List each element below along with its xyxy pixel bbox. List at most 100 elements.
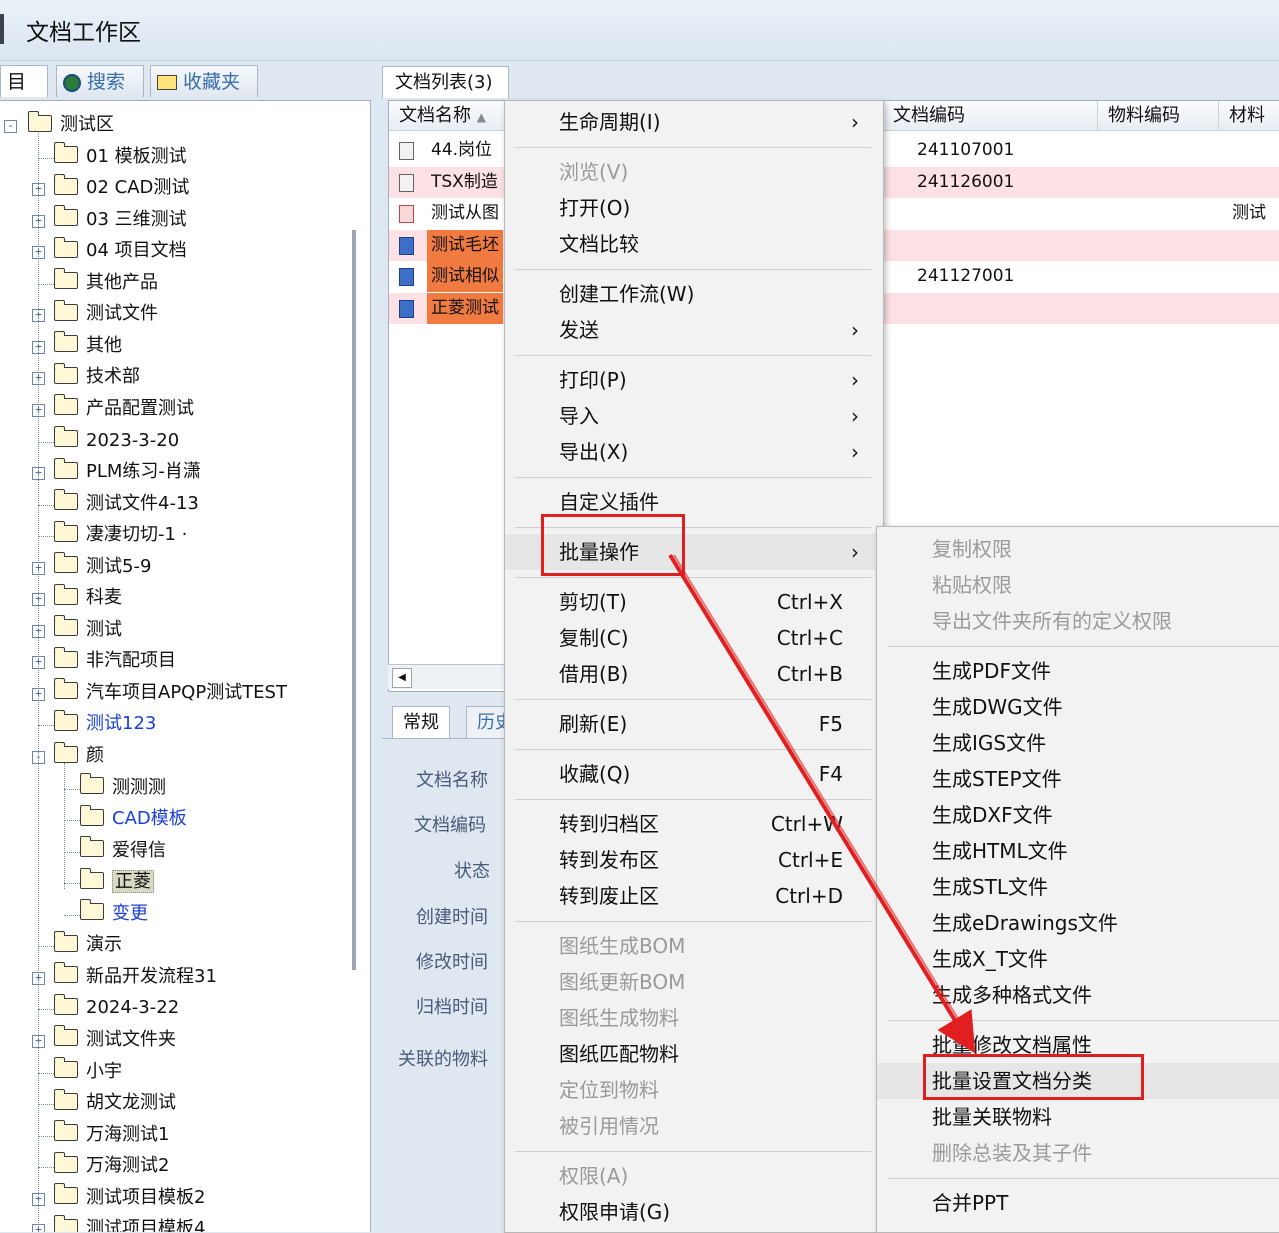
tree-node[interactable]: 测测测 <box>80 773 166 803</box>
tree-node[interactable]: 科麦 <box>54 583 122 613</box>
menu-item-shortcut: Ctrl+W <box>770 812 843 836</box>
tree-connector <box>38 283 54 285</box>
menu-item[interactable]: 剪切(T) Ctrl+X <box>505 584 881 620</box>
tree-node[interactable]: 变更 <box>80 899 148 929</box>
menu-item[interactable]: 生成X_T文件 <box>877 941 1279 977</box>
tab-search[interactable]: 搜索 <box>56 65 144 97</box>
menu-item[interactable]: 生成多种格式文件 <box>877 977 1279 1013</box>
column-header-name[interactable]: 文档名称 ▲ <box>389 101 507 131</box>
tree-node[interactable]: 测试项目模板4 <box>54 1214 205 1232</box>
tree-node[interactable]: CAD模板 <box>80 804 187 834</box>
menu-item[interactable]: 生成IGS文件 <box>877 725 1279 761</box>
tree-node[interactable]: 测试区 <box>28 110 114 140</box>
tree-node[interactable]: 演示 <box>54 930 122 960</box>
menu-item[interactable]: 借用(B) Ctrl+B <box>505 656 881 692</box>
menu-item[interactable]: 文档比较 <box>505 226 881 262</box>
menu-item[interactable]: 复制(C) Ctrl+C <box>505 620 881 656</box>
tab-general[interactable]: 常规 <box>392 706 450 739</box>
menu-item[interactable]: 生命周期(I) › <box>505 104 881 140</box>
menu-separator <box>515 1151 871 1152</box>
tree-node[interactable]: 04 项目文档 <box>54 236 187 266</box>
menu-item[interactable]: 生成DXF文件 <box>877 797 1279 833</box>
menu-item[interactable]: 生成STEP文件 <box>877 761 1279 797</box>
menu-item-shortcut: F5 <box>818 712 843 736</box>
tree-node[interactable]: 2023-3-20 <box>54 426 179 456</box>
menu-item[interactable]: 打印(P) › <box>505 362 881 398</box>
menu-item[interactable]: 权限申请(G) <box>505 1194 881 1230</box>
tree-node[interactable]: 03 三维测试 <box>54 205 187 235</box>
menu-item[interactable]: 转到废止区 Ctrl+D <box>505 878 881 914</box>
tree-node[interactable]: 产品配置测试 <box>54 394 194 424</box>
tree-connector <box>38 157 54 159</box>
folder-icon <box>54 552 78 574</box>
menu-item-label: 导出(X) <box>559 440 629 464</box>
menu-item[interactable]: 批量关联物料 <box>877 1099 1279 1135</box>
menu-item[interactable]: 生成PDF文件 <box>877 653 1279 689</box>
tree-node[interactable]: 凄凄切切-1 · <box>54 520 187 550</box>
tree-node[interactable]: 02 CAD测试 <box>54 173 189 203</box>
tree-node[interactable]: 其他产品 <box>54 268 158 298</box>
tree-node[interactable]: 胡文龙测试 <box>54 1088 176 1118</box>
column-header-material[interactable]: 材料 <box>1219 101 1279 131</box>
tree-node[interactable]: 测试项目模板2 <box>54 1183 205 1213</box>
menu-item-label: 权限申请(G) <box>559 1200 671 1224</box>
tree-node[interactable]: 万海测试2 <box>54 1151 169 1181</box>
tree-node[interactable]: 测试文件4-13 <box>54 489 199 519</box>
menu-item[interactable]: 转到发布区 Ctrl+E <box>505 842 881 878</box>
collapse-icon[interactable]: - <box>4 120 17 133</box>
tree-node[interactable]: 万海测试1 <box>54 1120 169 1150</box>
tab-catalog[interactable]: 目录 <box>0 65 48 125</box>
column-header-material-code[interactable]: 物料编码 <box>1098 101 1219 131</box>
menu-item[interactable]: 生成STL文件 <box>877 869 1279 905</box>
tree-node[interactable]: 颜 <box>54 741 104 771</box>
tree-node[interactable]: 2024-3-22 <box>54 993 179 1023</box>
tab-document-list[interactable]: 文档列表(3) <box>382 66 509 98</box>
menu-item[interactable]: 导出(X) › <box>505 434 881 470</box>
menu-item[interactable]: 刷新(E) F5 <box>505 706 881 742</box>
tree-node[interactable]: PLM练习-肖潇 <box>54 457 201 487</box>
tree-node[interactable]: 测试文件 <box>54 299 158 329</box>
menu-separator <box>887 1178 1279 1179</box>
menu-item[interactable]: 导入 › <box>505 398 881 434</box>
tree-node[interactable]: 01 模板测试 <box>54 142 187 172</box>
tree-node[interactable]: 新品开发流程31 <box>54 962 217 992</box>
tree-node[interactable]: 技术部 <box>54 362 140 392</box>
tree-scrollbar[interactable] <box>352 230 356 970</box>
list-horizontal-scrollbar[interactable]: ◀ <box>388 664 508 689</box>
tree-node-label: 新品开发流程31 <box>86 965 217 987</box>
tree-node[interactable]: 爱得信 <box>80 836 166 866</box>
tree-node[interactable]: 测试 <box>54 615 122 645</box>
tree-node[interactable]: 测试123 <box>54 709 156 739</box>
cell-doc-code: 241126001 <box>917 171 1015 192</box>
menu-item[interactable]: 打开(O) <box>505 190 881 226</box>
tree-node-label: 其他产品 <box>86 271 158 293</box>
tree-node[interactable]: 汽车项目APQP测试TEST <box>54 678 287 708</box>
tree-node[interactable]: 测试5-9 <box>54 552 151 582</box>
menu-item[interactable]: 生成DWG文件 <box>877 689 1279 725</box>
tree-node[interactable]: 非汽配项目 <box>54 646 176 676</box>
tree-connector <box>64 914 80 916</box>
tree-node[interactable]: 其他 <box>54 331 122 361</box>
tree-node[interactable]: 测试文件夹 <box>54 1025 176 1055</box>
tree-node-label: 01 模板测试 <box>86 145 187 167</box>
menu-item[interactable]: 创建工作流(W) <box>505 276 881 312</box>
menu-item[interactable]: 生成HTML文件 <box>877 833 1279 869</box>
tree-node[interactable]: 正菱 <box>80 867 154 897</box>
cell-doc-name: 测试相似 <box>427 261 503 292</box>
menu-item[interactable]: 合并PPT <box>877 1185 1279 1221</box>
menu-item-label: 生成X_T文件 <box>932 947 1048 971</box>
column-header-code[interactable]: 文档编码 <box>883 101 1098 131</box>
menu-item-shortcut: Ctrl+E <box>778 848 843 872</box>
folder-icon <box>54 741 78 763</box>
tree-node[interactable]: 小宇 <box>54 1057 122 1087</box>
menu-item[interactable]: 转到归档区 Ctrl+W <box>505 806 881 842</box>
tab-favorites[interactable]: 收藏夹 <box>150 65 258 97</box>
left-tab-strip: 目录 搜索 收藏夹 <box>0 62 372 125</box>
menu-item[interactable]: 发送 › <box>505 312 881 348</box>
menu-item[interactable]: 收藏(Q) F4 <box>505 756 881 792</box>
label-doc-name: 文档名称 <box>416 770 488 791</box>
menu-item[interactable]: 生成eDrawings文件 <box>877 905 1279 941</box>
menu-item-label: 生成HTML文件 <box>932 839 1068 863</box>
menu-item[interactable]: 图纸匹配物料 <box>505 1036 881 1072</box>
scroll-left-arrow-icon[interactable]: ◀ <box>392 668 412 688</box>
